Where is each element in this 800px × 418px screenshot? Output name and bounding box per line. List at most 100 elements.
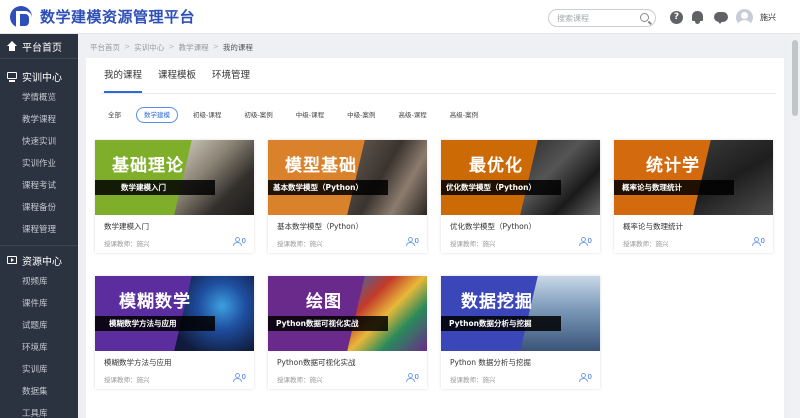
cover-subtitle: Python数据分析与挖掘 (441, 316, 561, 331)
app-title: 数学建模资源管理平台 (40, 8, 196, 26)
sidebar-item[interactable]: 课程管理 (0, 219, 78, 241)
tabs-divider (100, 93, 776, 94)
sidebar-item[interactable]: 试题库 (0, 315, 78, 337)
course-cover[interactable]: 绘图 Python数据可视化实战 (268, 276, 427, 351)
student-count: 0 (405, 373, 419, 382)
sidebar-section-home[interactable]: 平台首页 (0, 35, 78, 57)
cover-subtitle: Python数据可视化实战 (268, 316, 388, 331)
student-count: 0 (578, 373, 592, 382)
cover-title: 最优化 (469, 156, 523, 176)
breadcrumb-separator: > (168, 42, 175, 51)
sidebar-section-resources[interactable]: 资源中心 (0, 249, 78, 271)
sidebar-item[interactable]: 教学课程 (0, 109, 78, 131)
course-card[interactable]: 模糊数学 模糊数学方法与应用 模糊数学方法与应用 授课教师：施兴 0 (95, 276, 254, 389)
sidebar-item[interactable]: 实训库 (0, 359, 78, 381)
student-count: 0 (751, 237, 765, 246)
student-count-value: 0 (241, 373, 246, 381)
sidebar-item[interactable]: 学情概览 (0, 87, 78, 109)
filter-chip-math-modeling[interactable]: 数学建模 (136, 107, 178, 123)
course-teacher: 授课教师：施兴 (450, 240, 496, 248)
student-count-value: 0 (587, 237, 592, 245)
course-name[interactable]: 数学建模入门 (104, 221, 149, 232)
help-icon[interactable]: ? (670, 11, 683, 24)
breadcrumb-separator: > (124, 42, 131, 51)
cover-title: 绘图 (306, 292, 342, 312)
course-teacher: 授课教师：施兴 (623, 240, 669, 248)
top-header: 数学建模资源管理平台 ? 施兴 (0, 0, 800, 34)
tab-environment[interactable]: 环境管理 (212, 58, 250, 93)
course-cover[interactable]: 最优化 优化数学模型（Python） (441, 140, 600, 215)
course-name[interactable]: Python数据可视化实战 (277, 357, 356, 368)
chat-icon[interactable] (714, 11, 728, 24)
course-teacher: 授课教师：施兴 (450, 376, 496, 384)
course-teacher: 授课教师：施兴 (104, 240, 150, 248)
sidebar-item[interactable]: 课程备份 (0, 197, 78, 219)
student-count-value: 0 (414, 373, 419, 381)
sidebar-section-label: 平台首页 (22, 42, 62, 54)
cover-title: 基础理论 (112, 156, 184, 176)
course-name[interactable]: 模糊数学方法与应用 (104, 357, 172, 368)
person-icon (232, 237, 242, 246)
person-icon (232, 373, 242, 382)
sidebar-item[interactable]: 视频库 (0, 271, 78, 293)
bell-icon[interactable] (691, 11, 704, 24)
filter-chip[interactable]: 高级-案例 (442, 107, 486, 123)
student-count: 0 (232, 373, 246, 382)
course-name[interactable]: 优化数学模型（Python） (450, 221, 536, 232)
filter-chip[interactable]: 高级-课程 (390, 107, 434, 123)
course-cover[interactable]: 模型基础 基本数学模型（Python） (268, 140, 427, 215)
filter-chip[interactable]: 初级-案例 (236, 107, 280, 123)
sidebar-item[interactable]: 课件库 (0, 293, 78, 315)
course-card[interactable]: 数据挖掘 Python数据分析与挖掘 Python 数据分析与挖掘 授课教师：施… (441, 276, 600, 389)
search-box[interactable] (548, 9, 656, 27)
course-name[interactable]: Python 数据分析与挖掘 (450, 357, 531, 368)
person-icon (578, 237, 588, 246)
breadcrumb-link[interactable]: 实训中心 (134, 42, 164, 53)
sidebar-section-training[interactable]: 实训中心 (0, 65, 78, 87)
sidebar-item[interactable]: 数据集 (0, 381, 78, 403)
filter-chip[interactable]: 中级-案例 (339, 107, 383, 123)
course-cover[interactable]: 模糊数学 模糊数学方法与应用 (95, 276, 254, 351)
avatar[interactable] (736, 9, 753, 26)
sidebar-item[interactable]: 快速实训 (0, 131, 78, 153)
sidebar-item[interactable]: 实训作业 (0, 153, 78, 175)
cover-subtitle: 基本数学模型（Python） (268, 180, 388, 195)
sidebar: 平台首页 实训中心 学情概览 教学课程 快速实训 实训作业 课程考试 课程备份 … (0, 34, 78, 418)
breadcrumb-separator: > (212, 42, 219, 51)
sidebar-item[interactable]: 课程考试 (0, 175, 78, 197)
filter-bar: 全部 数学建模 初级-课程 初级-案例 中级-课程 中级-案例 高级-课程 高级… (100, 107, 486, 123)
username[interactable]: 施兴 (760, 12, 776, 23)
person-icon (405, 373, 415, 382)
search-input[interactable] (549, 10, 637, 26)
sidebar-item[interactable]: 工具库 (0, 403, 78, 418)
tab-course-templates[interactable]: 课程模板 (158, 58, 196, 93)
course-card[interactable]: 基础理论 数学建模入门 数学建模入门 授课教师：施兴 0 (95, 140, 254, 253)
tabs: 我的课程 课程模板 环境管理 (104, 58, 250, 93)
course-teacher: 授课教师：施兴 (277, 376, 323, 384)
course-name[interactable]: 基本数学模型（Python） (277, 221, 363, 232)
cover-subtitle: 优化数学模型（Python） (441, 180, 561, 195)
student-count-value: 0 (414, 237, 419, 245)
student-count-value: 0 (760, 237, 765, 245)
tab-my-courses[interactable]: 我的课程 (104, 58, 143, 93)
sidebar-item[interactable]: 环境库 (0, 337, 78, 359)
course-cover[interactable]: 统计学 概率论与数理统计 (614, 140, 773, 215)
scrollbar-thumb[interactable] (792, 40, 798, 116)
course-name[interactable]: 概率论与数理统计 (623, 221, 683, 232)
breadcrumb-link[interactable]: 教学课程 (179, 42, 209, 53)
logo-icon (10, 5, 32, 29)
course-cover[interactable]: 数据挖掘 Python数据分析与挖掘 (441, 276, 600, 351)
course-card[interactable]: 统计学 概率论与数理统计 概率论与数理统计 授课教师：施兴 0 (614, 140, 773, 253)
course-card[interactable]: 最优化 优化数学模型（Python） 优化数学模型（Python） 授课教师：施… (441, 140, 600, 253)
course-card[interactable]: 模型基础 基本数学模型（Python） 基本数学模型（Python） 授课教师：… (268, 140, 427, 253)
filter-chip[interactable]: 中级-课程 (288, 107, 332, 123)
student-count: 0 (405, 237, 419, 246)
course-card[interactable]: 绘图 Python数据可视化实战 Python数据可视化实战 授课教师：施兴 0 (268, 276, 427, 389)
breadcrumb-link[interactable]: 平台首页 (90, 42, 120, 53)
course-teacher: 授课教师：施兴 (104, 376, 150, 384)
search-icon[interactable] (640, 13, 649, 22)
filter-chip[interactable]: 初级-课程 (185, 107, 229, 123)
course-cover[interactable]: 基础理论 数学建模入门 (95, 140, 254, 215)
filter-chip-all[interactable]: 全部 (100, 107, 129, 123)
monitor-icon (7, 71, 17, 82)
